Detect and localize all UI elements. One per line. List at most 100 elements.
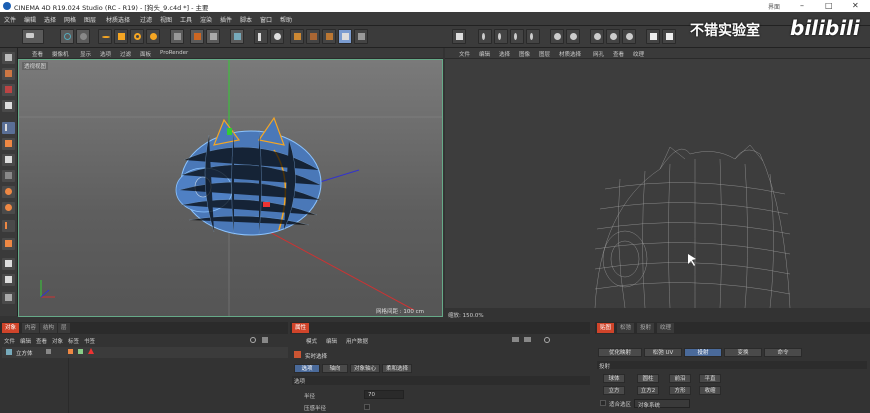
gradient-icon[interactable]: [2, 170, 15, 182]
layout-label[interactable]: 界面: [768, 2, 780, 11]
render-region-icon[interactable]: [190, 29, 204, 44]
project-flat-button[interactable]: 平直: [699, 374, 721, 383]
uv-move-icon[interactable]: [494, 29, 508, 44]
menu-help[interactable]: 帮助: [280, 15, 292, 24]
pressure-checkbox[interactable]: [364, 404, 370, 410]
coordinate-system-dropdown[interactable]: 对象系统: [634, 399, 690, 409]
uv-checker-icon[interactable]: [646, 29, 660, 44]
uv-scale-icon[interactable]: [510, 29, 524, 44]
move-icon[interactable]: [98, 29, 112, 44]
forward-arrow-icon[interactable]: [524, 337, 531, 342]
vp2-menu-texture[interactable]: 纹理: [633, 50, 644, 58]
rotate-icon[interactable]: [130, 29, 144, 44]
uv-mirror-icon[interactable]: [550, 29, 564, 44]
render-view-icon[interactable]: [170, 29, 184, 44]
menu-material-select[interactable]: 材质选择: [106, 15, 130, 24]
visibility-icon[interactable]: [46, 349, 51, 354]
menu-create[interactable]: 选择: [44, 15, 56, 24]
tab-objects[interactable]: 对象: [2, 323, 20, 333]
uv-rotate-icon[interactable]: [526, 29, 540, 44]
subtab-soft-selection[interactable]: 柔和选择: [382, 364, 412, 373]
attr-search-icon[interactable]: [544, 337, 550, 343]
tab-layers[interactable]: 层: [58, 323, 70, 333]
uv-snap-icon[interactable]: [606, 29, 620, 44]
tab-uv-map[interactable]: 贴图: [597, 323, 615, 333]
close-button[interactable]: ✕: [852, 1, 859, 10]
object-name[interactable]: 立方体: [16, 349, 33, 357]
cube-icon[interactable]: [230, 29, 244, 44]
object-mode-icon[interactable]: [2, 68, 15, 80]
uv-edit-icon[interactable]: [478, 29, 492, 44]
paint-brush-icon[interactable]: [2, 122, 15, 134]
scale-icon[interactable]: [114, 29, 128, 44]
texture-point-icon[interactable]: [452, 29, 466, 44]
tab-uv-projection[interactable]: 投射: [637, 323, 655, 333]
vp2-menu-mesh[interactable]: 网孔: [593, 50, 604, 58]
vp1-menu-options[interactable]: 选项: [100, 50, 111, 58]
vp2-menu-image[interactable]: 图像: [519, 50, 530, 58]
fill-icon[interactable]: [2, 138, 15, 150]
subtab-object-axis[interactable]: 对象轴心: [350, 364, 380, 373]
vp2-menu-select[interactable]: 选择: [499, 50, 510, 58]
tab-structure[interactable]: 结构: [40, 323, 58, 333]
eyedropper-icon[interactable]: [2, 258, 15, 270]
maximize-button[interactable]: □: [825, 1, 833, 10]
project-cylinder-button[interactable]: 圆柱: [637, 374, 659, 383]
objects-menu-tags[interactable]: 标签: [68, 337, 79, 345]
tab-uv-texture[interactable]: 纹理: [657, 323, 675, 333]
viewport-label[interactable]: 透视视图: [22, 62, 49, 70]
warning-icon[interactable]: [88, 348, 94, 354]
vp2-menu-file[interactable]: 文件: [459, 50, 470, 58]
mode-relax-uv[interactable]: 松弛 UV: [644, 348, 682, 357]
eraser-icon[interactable]: [2, 154, 15, 166]
object-row[interactable]: 立方体: [2, 347, 288, 358]
tab-attributes[interactable]: 属性: [292, 323, 310, 333]
spline-icon[interactable]: [270, 29, 284, 44]
back-arrow-icon[interactable]: [512, 337, 519, 342]
uv-relax-icon[interactable]: [590, 29, 604, 44]
menu-file[interactable]: 文件: [4, 15, 16, 24]
texture-viewport[interactable]: [445, 59, 870, 308]
model-mode-icon[interactable]: [2, 52, 15, 64]
home-icon[interactable]: [262, 337, 268, 343]
star-icon[interactable]: [2, 238, 15, 250]
attributes-menu-userdata[interactable]: 用户数据: [346, 337, 368, 345]
coordinate-system-value[interactable]: 对象系统: [638, 401, 660, 409]
objects-menu-file[interactable]: 文件: [4, 337, 15, 345]
vp1-menu-prorender[interactable]: ProRender: [160, 50, 188, 56]
stamp-icon[interactable]: [2, 220, 15, 232]
dog-head-wireframe[interactable]: [594, 144, 791, 308]
mode-optimal-mapping[interactable]: 优化映射: [598, 348, 642, 357]
workplane-icon[interactable]: [2, 100, 15, 112]
project-cube2-button[interactable]: 立方2: [637, 386, 659, 395]
vp2-menu-view[interactable]: 查看: [613, 50, 624, 58]
vp1-menu-camera[interactable]: 摄像机: [52, 50, 69, 58]
recent-tool-icon[interactable]: [146, 29, 160, 44]
menu-tools[interactable]: 工具: [180, 15, 192, 24]
polygon-mode-icon[interactable]: [290, 29, 304, 44]
vp1-menu-panel[interactable]: 面板: [140, 50, 151, 58]
subtab-axis[interactable]: 轴向: [322, 364, 348, 373]
objects-menu-bookmarks[interactable]: 书签: [84, 337, 95, 345]
smudge-icon[interactable]: [2, 202, 15, 214]
tab-uv-relax[interactable]: 松弛: [617, 323, 635, 333]
snap-icon[interactable]: [2, 292, 15, 304]
uv-point-mode-icon[interactable]: [354, 29, 368, 44]
project-cube-button[interactable]: 立方: [603, 386, 625, 395]
menu-layer[interactable]: 图层: [84, 15, 96, 24]
project-frontal-button[interactable]: 前沿: [669, 374, 691, 383]
phong-tag-icon[interactable]: [78, 349, 83, 354]
menu-filter[interactable]: 过滤: [140, 15, 152, 24]
radius-input[interactable]: 70: [364, 390, 404, 399]
menu-edit[interactable]: 编辑: [24, 15, 36, 24]
live-select-button[interactable]: [60, 29, 74, 44]
drop-icon[interactable]: [2, 186, 15, 198]
move-tool-button[interactable]: [76, 29, 90, 44]
subtab-options[interactable]: 选项: [294, 364, 320, 373]
mode-command[interactable]: 命令: [764, 348, 802, 357]
project-square-button[interactable]: 方形: [669, 386, 691, 395]
menu-script[interactable]: 脚本: [240, 15, 252, 24]
magnet-icon[interactable]: [2, 274, 15, 286]
uv-grid-icon[interactable]: [622, 29, 636, 44]
radius-value[interactable]: 70: [368, 392, 375, 398]
